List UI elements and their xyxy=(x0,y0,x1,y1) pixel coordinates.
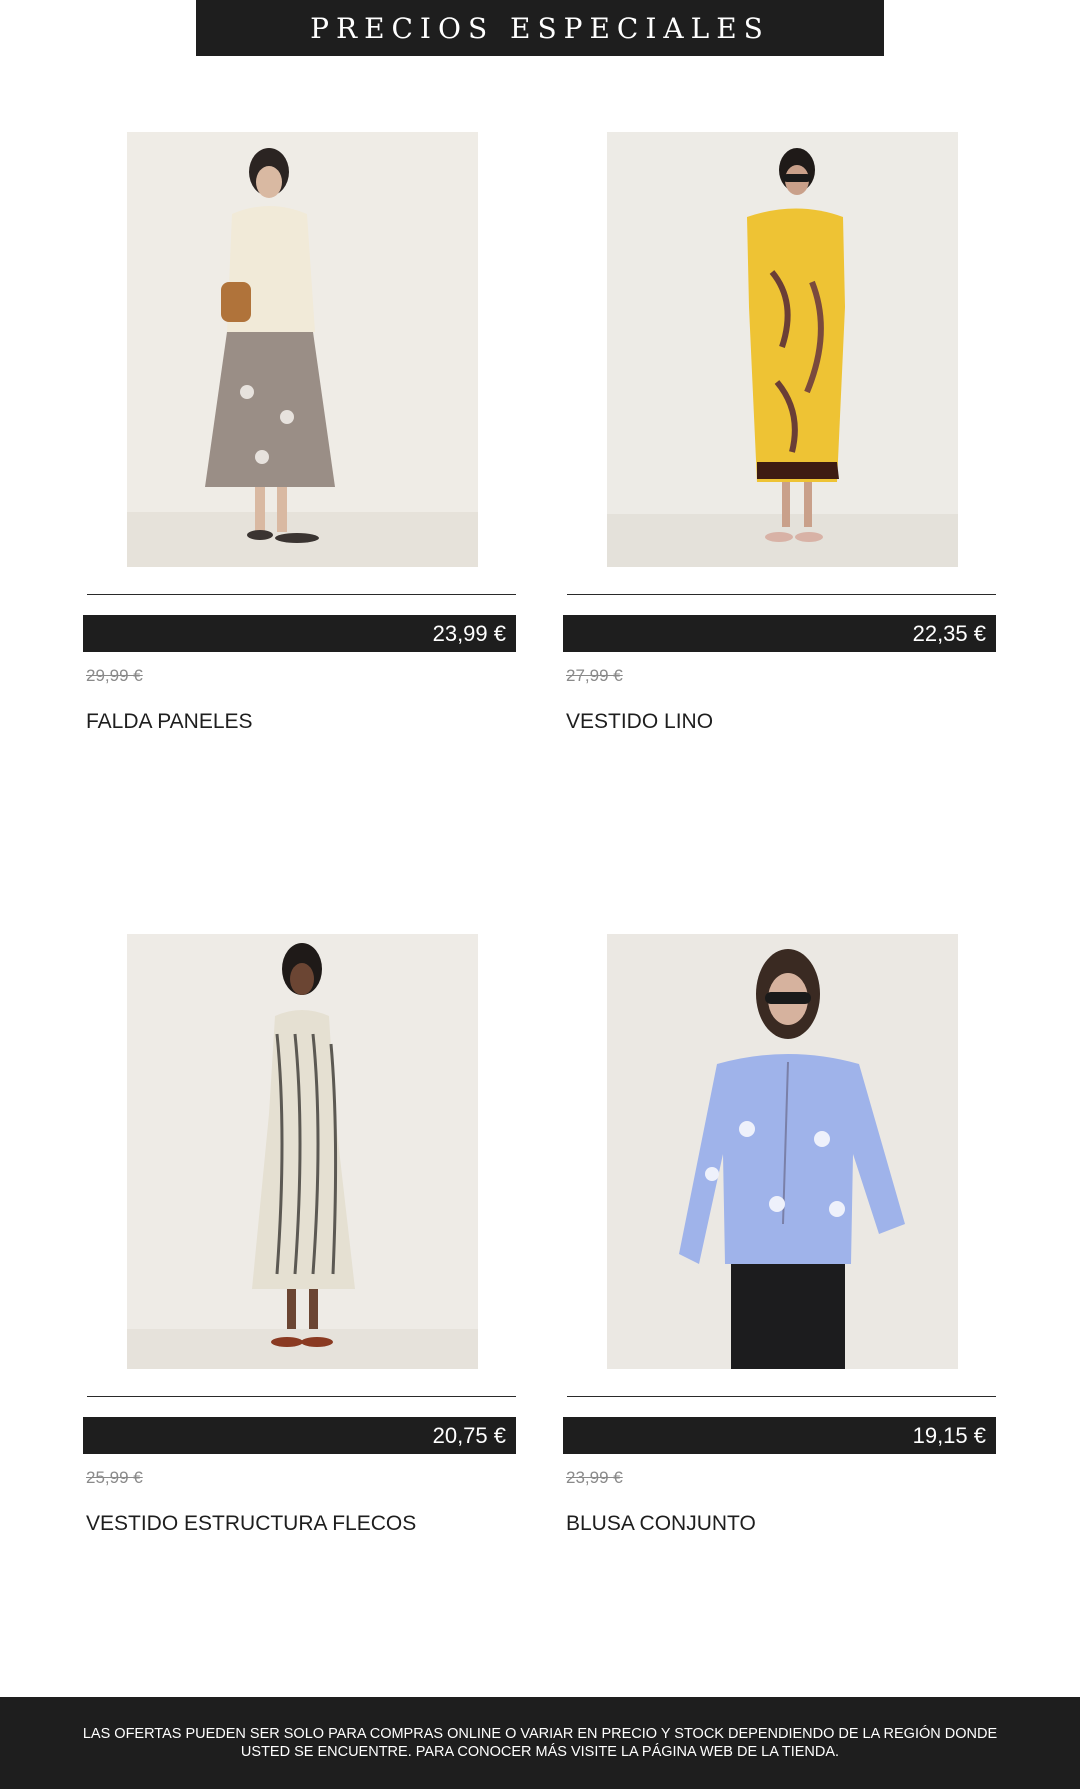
divider xyxy=(87,594,516,595)
sale-price-bar: 19,15 € xyxy=(563,1417,996,1454)
special-prices-banner: PRECIOS ESPECIALES xyxy=(196,0,884,56)
model-photo-blouse xyxy=(607,934,958,1369)
sale-price-bar: 23,99 € xyxy=(83,615,516,652)
model-photo-skirt xyxy=(127,132,478,567)
sale-price: 22,35 € xyxy=(912,620,986,646)
original-price: 27,99 € xyxy=(566,666,623,685)
sale-price: 19,15 € xyxy=(912,1422,986,1448)
product-image[interactable] xyxy=(607,934,958,1369)
model-photo-fringe-dress xyxy=(127,934,478,1369)
original-price: 29,99 € xyxy=(86,666,143,685)
divider xyxy=(567,594,996,595)
product-image[interactable] xyxy=(127,132,478,567)
product-name[interactable]: BLUSA CONJUNTO xyxy=(566,1512,756,1536)
product-image[interactable] xyxy=(127,934,478,1369)
divider xyxy=(567,1396,996,1397)
sale-price: 23,99 € xyxy=(432,620,506,646)
model-photo-yellow-dress xyxy=(607,132,958,567)
product-image[interactable] xyxy=(607,132,958,567)
product-name[interactable]: VESTIDO LINO xyxy=(566,710,713,734)
page-title: PRECIOS ESPECIALES xyxy=(310,11,770,45)
original-price: 25,99 € xyxy=(86,1468,143,1487)
product-name[interactable]: VESTIDO ESTRUCTURA FLECOS xyxy=(86,1512,416,1536)
product-name[interactable]: FALDA PANELES xyxy=(86,710,253,734)
footer-disclaimer: LAS OFERTAS PUEDEN SER SOLO PARA COMPRAS… xyxy=(0,1697,1080,1789)
divider xyxy=(87,1396,516,1397)
original-price: 23,99 € xyxy=(566,1468,623,1487)
disclaimer-text: LAS OFERTAS PUEDEN SER SOLO PARA COMPRAS… xyxy=(82,1726,998,1760)
sale-price-bar: 22,35 € xyxy=(563,615,996,652)
sale-price: 20,75 € xyxy=(432,1422,506,1448)
sale-price-bar: 20,75 € xyxy=(83,1417,516,1454)
